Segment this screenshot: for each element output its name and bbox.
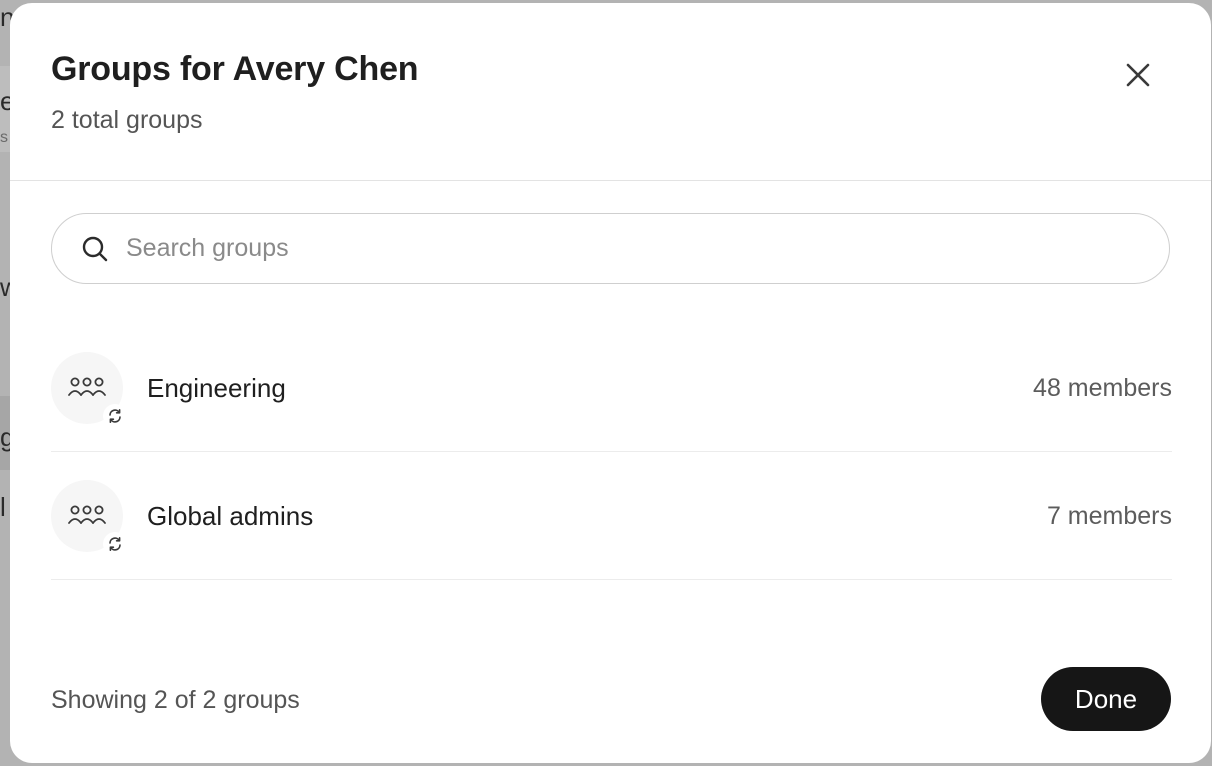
- group-list: Engineering 48 members Global admins 7 m…: [51, 324, 1172, 580]
- group-member-count: 7 members: [1046, 502, 1172, 530]
- people-icon: [68, 505, 106, 524]
- search-icon: [82, 236, 108, 262]
- group-total-count: 2 total groups: [51, 106, 203, 134]
- group-name: Engineering: [147, 373, 286, 403]
- background-text-fragment: s: [0, 129, 8, 146]
- people-icon: [68, 377, 106, 396]
- dialog-title: Groups for Avery Chen: [51, 50, 419, 88]
- group-row-engineering[interactable]: Engineering 48 members: [51, 324, 1172, 452]
- sync-icon: [109, 409, 121, 423]
- sync-icon: [109, 537, 121, 551]
- group-name: Global admins: [147, 501, 314, 531]
- sync-badge: [103, 404, 127, 428]
- background-text-fragment: l: [0, 492, 6, 522]
- sync-badge: [103, 532, 127, 556]
- close-icon: [1126, 63, 1150, 87]
- group-member-count: 48 members: [1033, 374, 1172, 402]
- groups-dialog: Groups for Avery Chen 2 total groups Sea…: [10, 3, 1211, 763]
- dialog-header: Groups for Avery Chen 2 total groups: [10, 3, 1211, 181]
- group-avatar: [51, 352, 127, 428]
- close-button[interactable]: [1118, 55, 1158, 95]
- done-button[interactable]: Done: [1041, 667, 1171, 731]
- search-box[interactable]: [51, 213, 1170, 284]
- group-row-global-admins[interactable]: Global admins 7 members: [51, 452, 1172, 580]
- showing-count-status: Showing 2 of 2 groups: [51, 686, 300, 714]
- search-input[interactable]: [126, 226, 1146, 270]
- group-avatar: [51, 480, 127, 556]
